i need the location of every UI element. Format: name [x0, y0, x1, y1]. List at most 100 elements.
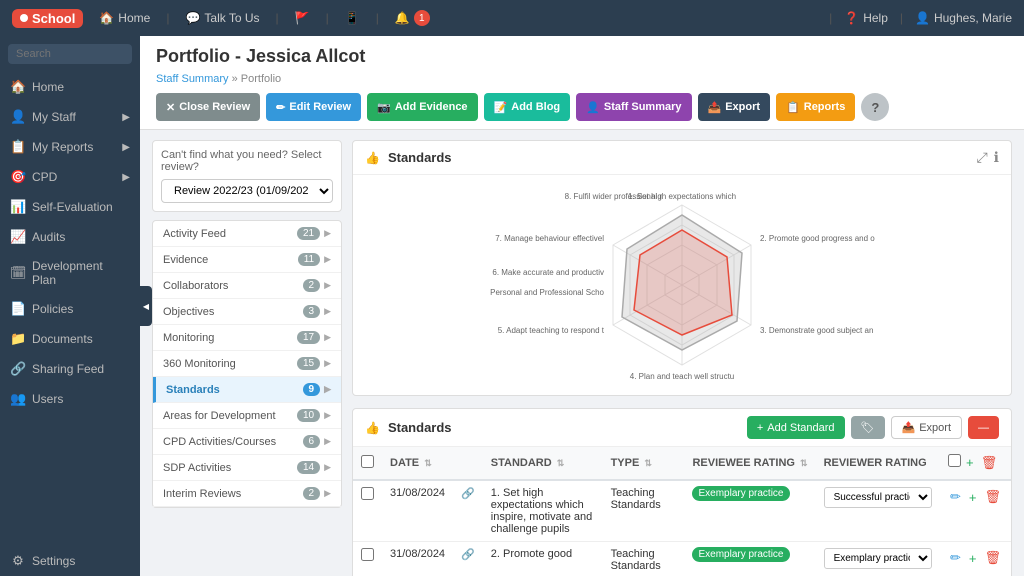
close-review-button[interactable]: ✕ Close Review: [156, 93, 260, 121]
standards-export-button[interactable]: 📤 Export: [891, 416, 963, 439]
left-nav-item-label: Interim Reviews: [163, 488, 241, 500]
reviewer-rating-select[interactable]: Exemplary practice: [824, 548, 932, 569]
chevron-right-icon: ▶: [324, 462, 331, 473]
sidebar-item-label: Development Plan: [32, 259, 130, 287]
sidebar-item-sharing-feed[interactable]: 🔗 Sharing Feed: [0, 354, 140, 384]
header-checkbox-2[interactable]: [948, 454, 961, 467]
left-nav-item-label: Objectives: [163, 306, 214, 318]
row-reviewer-rating: Successful practice: [816, 480, 940, 542]
left-nav-item-count: 15: [297, 357, 320, 370]
staff-icon: 👤: [586, 101, 600, 114]
left-nav-item-standards[interactable]: Standards9▶: [153, 377, 341, 403]
left-nav-item-objectives[interactable]: Objectives3▶: [153, 299, 341, 325]
help-button[interactable]: ?: [861, 93, 889, 121]
chart-expand-button[interactable]: ⤢: [976, 149, 987, 166]
sort-icon-standard[interactable]: ⇅: [557, 458, 565, 468]
chevron-right-icon: ▶: [324, 306, 331, 317]
row-actions-cell: ✏ + 🗑: [940, 480, 1011, 542]
left-nav-item-cpd-activities/courses[interactable]: CPD Activities/Courses6▶: [153, 429, 341, 455]
breadcrumb: Staff Summary » Portfolio: [156, 73, 1008, 85]
sidebar-item-label: Home: [32, 80, 64, 94]
left-nav-item-360-monitoring[interactable]: 360 Monitoring15▶: [153, 351, 341, 377]
nav-user[interactable]: 👤 Hughes, Marie: [915, 11, 1012, 25]
header-add-btn[interactable]: +: [964, 453, 976, 472]
left-nav-item-evidence[interactable]: Evidence11▶: [153, 247, 341, 273]
row-reviewer-rating: Exemplary practice: [816, 542, 940, 576]
nav-home[interactable]: 🏠 Home: [99, 11, 150, 25]
row-standard: 1. Set high expectations which inspire, …: [483, 480, 603, 542]
sidebar-item-users[interactable]: 👥 Users: [0, 384, 140, 414]
row-edit-button[interactable]: ✏: [948, 548, 963, 568]
nav-icon-2[interactable]: 📱: [345, 11, 360, 25]
sidebar-collapse-button[interactable]: ◀: [140, 286, 152, 326]
left-nav-item-interim-reviews[interactable]: Interim Reviews2▶: [153, 481, 341, 507]
sidebar-item-development-plan[interactable]: 🗓 Development Plan: [0, 252, 140, 294]
sidebar-search-container: [0, 36, 140, 72]
reviewer-rating-select[interactable]: Successful practice: [824, 487, 932, 508]
export-button[interactable]: 📤 Export: [698, 93, 771, 121]
chevron-right-icon: ▶: [324, 358, 331, 369]
brand-logo[interactable]: School: [12, 9, 83, 28]
row-add-button[interactable]: +: [967, 549, 979, 568]
svg-text:5. Adapt teaching to respond t: 5. Adapt teaching to respond t: [498, 326, 605, 335]
sort-icon-type[interactable]: ⇅: [644, 458, 652, 468]
sidebar-item-my-reports[interactable]: 📋 My Reports ▶: [0, 132, 140, 162]
close-icon: ✕: [166, 101, 175, 114]
sidebar-item-audits[interactable]: 📈 Audits: [0, 222, 140, 252]
add-evidence-button[interactable]: 📷 Add Evidence: [367, 93, 477, 121]
sort-icon-reviewee[interactable]: ⇅: [800, 458, 808, 468]
review-prompt: Can't find what you need? Select review?: [161, 149, 333, 173]
row-delete-button[interactable]: 🗑: [982, 487, 1003, 507]
row-checkbox[interactable]: [361, 487, 374, 500]
left-nav-item-activity-feed[interactable]: Activity Feed21▶: [153, 221, 341, 247]
standards-table-header: 👍 Standards + Add Standard 🏷 📤 Export: [353, 409, 1011, 447]
select-all-checkbox[interactable]: [361, 455, 374, 468]
link-icon[interactable]: 🔗: [461, 549, 475, 561]
sidebar-item-home[interactable]: 🏠 Home: [0, 72, 140, 102]
row-date: 31/08/2024: [382, 542, 453, 576]
header-del-btn[interactable]: 🗑: [979, 453, 1000, 473]
portfolio-header: Portfolio - Jessica Allcot Staff Summary…: [140, 36, 1024, 130]
reports-icon: 📋: [786, 101, 800, 114]
row-edit-button[interactable]: ✏: [948, 487, 963, 507]
sidebar-item-cpd[interactable]: 🎯 CPD ▶: [0, 162, 140, 192]
left-nav-item-areas-for-development[interactable]: Areas for Development10▶: [153, 403, 341, 429]
row-link-icon: 🔗: [453, 480, 483, 542]
chart-info-button[interactable]: ℹ: [994, 149, 999, 166]
breadcrumb-staff-summary[interactable]: Staff Summary: [156, 73, 229, 85]
row-checkbox[interactable]: [361, 548, 374, 561]
nav-sep-2: |: [276, 11, 279, 25]
row-add-button[interactable]: +: [967, 488, 979, 507]
reports-button[interactable]: 📋 Reports: [776, 93, 855, 121]
left-nav-item-monitoring[interactable]: Monitoring17▶: [153, 325, 341, 351]
sort-icon-date[interactable]: ⇅: [424, 458, 432, 468]
left-nav-item-collaborators[interactable]: Collaborators2▶: [153, 273, 341, 299]
sidebar-item-label: My Staff: [32, 110, 76, 124]
add-standard-button[interactable]: + Add Standard: [747, 416, 845, 439]
sidebar-item-policies[interactable]: 📄 Policies: [0, 294, 140, 324]
search-input[interactable]: [8, 44, 132, 64]
standards-collapse-button[interactable]: —: [968, 416, 999, 439]
review-select-container: Can't find what you need? Select review?…: [152, 140, 342, 212]
left-nav-item-sdp-activities[interactable]: SDP Activities14▶: [153, 455, 341, 481]
nav-help[interactable]: ❓ Help: [844, 11, 888, 25]
th-link: [453, 447, 483, 480]
row-delete-button[interactable]: 🗑: [982, 548, 1003, 568]
add-blog-button[interactable]: 📝 Add Blog: [484, 93, 571, 121]
sidebar-item-my-staff[interactable]: 👤 My Staff ▶: [0, 102, 140, 132]
th-standard: STANDARD ⇅: [483, 447, 603, 480]
tag-button[interactable]: 🏷: [851, 416, 885, 439]
link-icon[interactable]: 🔗: [461, 488, 475, 500]
nav-talk-to-us[interactable]: 💬 Talk To Us: [185, 11, 259, 25]
sidebar-item-self-evaluation[interactable]: 📊 Self-Evaluation: [0, 192, 140, 222]
nav-icon-1[interactable]: 🚩: [295, 11, 310, 25]
sidebar-item-settings[interactable]: ⚙ Settings: [0, 546, 140, 576]
chevron-right-icon: ▶: [324, 280, 331, 291]
left-nav-item-count: 6: [303, 435, 321, 448]
edit-review-button[interactable]: ✏ Edit Review: [266, 93, 361, 121]
review-select-dropdown[interactable]: Review 2022/23 (01/09/2020 - 31/08/2024): [161, 179, 333, 203]
left-nav-item-label: Standards: [166, 384, 220, 396]
nav-notifications[interactable]: 🔔 1: [395, 10, 430, 26]
sidebar-item-documents[interactable]: 📁 Documents: [0, 324, 140, 354]
staff-summary-button[interactable]: 👤 Staff Summary: [576, 93, 691, 121]
